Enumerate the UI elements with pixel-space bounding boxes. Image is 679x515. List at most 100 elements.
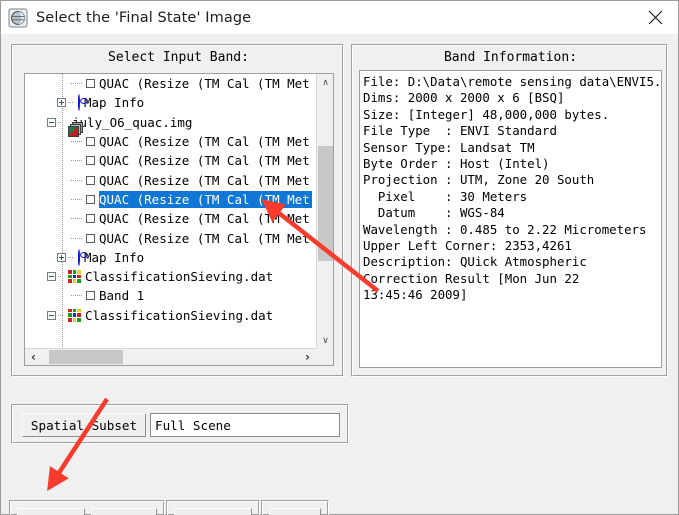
band-tree-row[interactable]: Map Info xyxy=(25,93,317,112)
band-checkbox-icon[interactable] xyxy=(86,194,95,204)
scroll-down-icon[interactable]: ∨ xyxy=(317,332,334,349)
tree-connector xyxy=(71,295,82,297)
band-tree-row[interactable]: QUAC (Resize (TM Cal (TM Met xyxy=(25,132,317,151)
envi-globe-icon xyxy=(8,8,28,28)
band-tree-row-text[interactable]: ClassificationSieving.dat xyxy=(85,268,275,285)
band-tree-row-text[interactable]: QUAC (Resize (TM Cal (TM Met xyxy=(99,230,312,247)
band-tree-row[interactable]: QUAC (Resize (TM Cal (TM Met xyxy=(25,209,317,228)
band-tree-row-label: QUAC (Resize (TM Cal (TM Met xyxy=(99,134,310,150)
tree-connector xyxy=(58,314,64,316)
band-tree-row-text[interactable]: Map Info xyxy=(84,94,146,111)
scroll-left-icon[interactable]: ‹ xyxy=(25,349,42,365)
band-tree-viewport[interactable]: QUAC (Resize (TM Cal (TM Met Map Info july… xyxy=(25,74,317,349)
tree-connector xyxy=(68,256,74,258)
band-checkbox-icon[interactable] xyxy=(86,291,95,301)
ok-button[interactable]: OK xyxy=(17,508,85,515)
band-tree-row-label: QUAC (Resize (TM Cal (TM Met xyxy=(99,230,310,246)
band-tree-row-text[interactable]: Map Info xyxy=(84,249,146,266)
globe-icon-wrap xyxy=(78,94,80,112)
select-input-band-panel: Select Input Band: QUAC (Resize (TM Cal … xyxy=(11,44,344,377)
hscroll-thumb[interactable] xyxy=(49,350,123,364)
globe-icon xyxy=(78,94,80,112)
primary-button-group: OK Cancel xyxy=(9,500,165,515)
dialog-window: Select the 'Final State' Image Select In… xyxy=(0,0,679,515)
band-tree-row[interactable]: QUAC (Resize (TM Cal (TM Met xyxy=(25,170,317,189)
tree-connector xyxy=(71,179,82,181)
classification-icon-wrap xyxy=(68,270,81,284)
band-tree-hscrollbar[interactable]: ‹ › xyxy=(25,348,333,365)
band-checkbox-icon[interactable] xyxy=(86,137,95,147)
tree-connector xyxy=(58,121,64,123)
band-tree-row-label: july_O6_quac.img xyxy=(72,114,193,130)
spatial-subset-button[interactable]: Spatial Subset xyxy=(22,413,146,437)
band-tree-row-label: QUAC (Resize (TM Cal (TM Met xyxy=(99,191,310,207)
band-tree-row-label: QUAC (Resize (TM Cal (TM Met xyxy=(99,76,310,92)
band-tree-row-text[interactable]: QUAC (Resize (TM Cal (TM Met xyxy=(99,133,312,150)
band-checkbox-icon[interactable] xyxy=(86,233,95,243)
previous-button-group: Previous xyxy=(166,500,260,515)
band-tree-row[interactable]: Map Info xyxy=(25,248,317,267)
band-information-box: File: D:\Data\remote sensing data\ENVI5.… xyxy=(359,70,662,368)
band-tree-row-text[interactable]: QUAC (Resize (TM Cal (TM Met xyxy=(99,210,312,227)
title-bar: Select the 'Final State' Image xyxy=(1,1,678,35)
band-tree-row-label: ClassificationSieving.dat xyxy=(85,307,274,323)
band-tree-row-text[interactable]: QUAC (Resize (TM Cal (TM Met xyxy=(99,75,312,92)
scroll-up-icon[interactable]: ∧ xyxy=(317,74,334,91)
previous-button[interactable]: Previous xyxy=(174,508,252,515)
cancel-button[interactable]: Cancel xyxy=(91,508,157,515)
vscroll-thumb[interactable] xyxy=(318,146,333,261)
band-tree-row[interactable]: QUAC (Resize (TM Cal (TM Met xyxy=(25,228,317,247)
band-tree[interactable]: QUAC (Resize (TM Cal (TM Met Map Info july… xyxy=(24,73,334,366)
band-tree-vscrollbar[interactable]: ∧ ∨ xyxy=(316,74,333,349)
tree-connector xyxy=(71,198,82,200)
band-tree-row-text[interactable]: QUAC (Resize (TM Cal (TM Met xyxy=(99,172,312,189)
band-tree-row[interactable]: QUAC (Resize (TM Cal (TM Met xyxy=(25,151,317,170)
band-tree-row-label: QUAC (Resize (TM Cal (TM Met xyxy=(99,211,310,227)
globe-icon xyxy=(78,248,80,266)
close-button[interactable] xyxy=(632,1,678,33)
band-checkbox-icon[interactable] xyxy=(86,214,95,224)
band-checkbox-icon[interactable] xyxy=(86,175,95,185)
band-tree-row-label: QUAC (Resize (TM Cal (TM Met xyxy=(99,172,310,188)
expand-plus-icon[interactable] xyxy=(57,252,66,262)
classification-icon-wrap xyxy=(68,308,81,322)
open-button-group: Open ▼ xyxy=(261,500,329,515)
open-button[interactable]: Open ▼ xyxy=(269,508,321,515)
band-tree-rows: QUAC (Resize (TM Cal (TM Met Map Info july… xyxy=(25,74,317,325)
classification-grid-icon xyxy=(68,270,81,284)
expand-plus-icon[interactable] xyxy=(57,98,66,108)
band-tree-row[interactable]: ClassificationSieving.dat xyxy=(25,267,317,286)
globe-icon-wrap xyxy=(78,248,80,266)
band-tree-row-text[interactable]: ClassificationSieving.dat xyxy=(85,307,275,324)
tree-connector xyxy=(71,160,82,162)
band-tree-row[interactable]: ClassificationSieving.dat xyxy=(25,306,317,325)
window-title: Select the 'Final State' Image xyxy=(36,9,252,26)
tree-connector xyxy=(71,83,82,85)
spatial-subset-value: Full Scene xyxy=(150,413,340,437)
band-tree-row-label: Band 1 xyxy=(99,288,145,304)
band-tree-row[interactable]: july_O6_quac.img xyxy=(25,113,317,138)
band-tree-row-text[interactable]: july_O6_quac.img xyxy=(72,114,194,131)
tree-connector xyxy=(71,237,82,239)
band-tree-row-text[interactable]: QUAC (Resize (TM Cal (TM Met xyxy=(99,152,312,169)
collapse-minus-icon[interactable] xyxy=(47,310,56,320)
band-information-label: Band Information: xyxy=(443,50,578,65)
band-checkbox-icon[interactable] xyxy=(86,79,95,89)
dialog-body: Select Input Band: QUAC (Resize (TM Cal … xyxy=(1,34,678,515)
band-tree-row[interactable]: Band 1 xyxy=(25,286,317,305)
band-checkbox-icon[interactable] xyxy=(86,156,95,166)
band-tree-row-selected[interactable]: QUAC (Resize (TM Cal (TM Met xyxy=(25,190,317,209)
tree-connector xyxy=(71,218,82,220)
collapse-minus-icon[interactable] xyxy=(47,117,56,127)
collapse-minus-icon[interactable] xyxy=(47,272,56,282)
band-information-text: File: D:\Data\remote sensing data\ENVI5.… xyxy=(363,74,662,303)
band-tree-row-text[interactable]: QUAC (Resize (TM Cal (TM Met xyxy=(99,190,312,208)
band-tree-row-text[interactable]: Band 1 xyxy=(99,287,146,304)
band-information-panel: Band Information: File: D:\Data\remote s… xyxy=(351,44,668,377)
band-tree-row-label: Map Info xyxy=(84,95,145,111)
dialog-button-bar: OK Cancel Previous Open ▼ xyxy=(9,500,329,515)
tree-connector xyxy=(58,276,64,278)
scroll-right-icon[interactable]: › xyxy=(299,349,316,365)
band-tree-row[interactable]: QUAC (Resize (TM Cal (TM Met xyxy=(25,74,317,93)
tree-connector xyxy=(68,102,74,104)
